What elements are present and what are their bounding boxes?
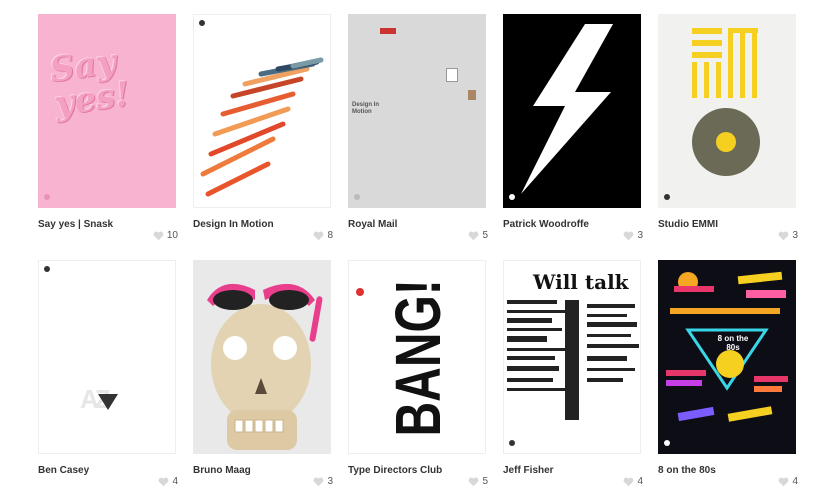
poster-title[interactable]: Jeff Fisher (503, 465, 554, 476)
poster-title[interactable]: Say yes | Snask (38, 219, 113, 230)
like-count-value: 10 (166, 230, 178, 241)
poster-title[interactable]: 8 on the 80s (658, 465, 716, 476)
heart-icon[interactable] (158, 477, 169, 487)
poster-card[interactable]: Patrick Woodroffe 3 (503, 14, 643, 241)
like-count-value: 4 (792, 476, 798, 487)
poster-card[interactable]: Design In Motion Royal Mail 5 (348, 14, 488, 241)
poster-title[interactable]: Ben Casey (38, 465, 89, 476)
like-count[interactable]: 3 (778, 230, 798, 241)
poster-art-text: BANG! (382, 279, 454, 437)
heart-icon[interactable] (778, 231, 789, 241)
heart-icon[interactable] (468, 477, 479, 487)
poster-card[interactable]: 8 on the 80s 8 on the 80s 4 (658, 260, 798, 487)
poster-title[interactable]: Bruno Maag (193, 465, 251, 476)
poster-image[interactable]: 8 on the 80s (658, 260, 796, 454)
poster-image[interactable]: Say yes! (38, 14, 176, 208)
heart-icon[interactable] (313, 477, 324, 487)
like-count-value: 3 (637, 230, 643, 241)
poster-card[interactable]: AZ Ben Casey 4 (38, 260, 178, 487)
like-count[interactable]: 4 (158, 476, 178, 487)
like-count[interactable]: 5 (468, 476, 488, 487)
like-count-value: 5 (482, 230, 488, 241)
poster-image[interactable]: BANG! (348, 260, 486, 454)
stamp-graphic (468, 90, 476, 100)
like-count-value: 4 (637, 476, 643, 487)
poster-card[interactable]: BANG! Type Directors Club 5 (348, 260, 488, 487)
like-count[interactable]: 10 (153, 230, 178, 241)
lightning-bolt-graphic (521, 24, 613, 194)
like-count[interactable]: 3 (623, 230, 643, 241)
poster-image[interactable] (658, 14, 796, 208)
poster-grid: Say yes! Say yes | Snask 10 Design In Mo… (0, 0, 836, 500)
skull-graphic (207, 283, 323, 450)
like-count-value: 4 (172, 476, 178, 487)
poster-art-text: 8 on the 80s (717, 334, 749, 352)
red-dot (356, 288, 364, 296)
heart-icon[interactable] (623, 477, 634, 487)
poster-title[interactable]: Type Directors Club (348, 465, 442, 476)
like-count[interactable]: 8 (313, 230, 333, 241)
logo-mark (44, 266, 50, 272)
motion-stripes-graphic (200, 57, 324, 197)
poster-title[interactable]: Patrick Woodroffe (503, 219, 589, 230)
typography-collage-graphic (507, 300, 639, 420)
poster-title[interactable]: Royal Mail (348, 219, 397, 230)
heart-icon[interactable] (623, 231, 634, 241)
poster-image[interactable]: Design In Motion (348, 14, 486, 208)
poster-image[interactable] (193, 260, 331, 454)
poster-card[interactable]: Say yes! Say yes | Snask 10 (38, 14, 178, 241)
like-count[interactable]: 5 (468, 230, 488, 241)
poster-card[interactable]: Bruno Maag 3 (193, 260, 333, 487)
logo-mark (509, 440, 515, 446)
like-count-value: 3 (327, 476, 333, 487)
emmi-graphic (692, 28, 760, 176)
like-count[interactable]: 4 (623, 476, 643, 487)
logo-mark (664, 194, 670, 200)
heart-icon[interactable] (313, 231, 324, 241)
heart-icon[interactable] (468, 231, 479, 241)
like-count[interactable]: 3 (313, 476, 333, 487)
like-count-value: 5 (482, 476, 488, 487)
triangle-graphic (98, 394, 118, 410)
logo-mark (664, 440, 670, 446)
stamp-graphic (446, 68, 458, 82)
like-count-value: 3 (792, 230, 798, 241)
logo-mark (509, 194, 515, 200)
poster-image[interactable] (193, 14, 331, 208)
poster-image[interactable]: Will talk (503, 260, 641, 454)
poster-title[interactable]: Studio EMMI (658, 219, 718, 230)
poster-art-text: Say yes! (47, 41, 133, 125)
like-count-value: 8 (327, 230, 333, 241)
poster-image[interactable]: AZ (38, 260, 176, 454)
heart-icon[interactable] (778, 477, 789, 487)
heart-icon[interactable] (153, 231, 164, 241)
logo-mark (354, 194, 360, 200)
poster-card[interactable]: Design In Motion 8 (193, 14, 333, 241)
like-count[interactable]: 4 (778, 476, 798, 487)
poster-title[interactable]: Design In Motion (193, 219, 274, 230)
stamp-graphic (380, 28, 396, 34)
poster-art-text: Design In Motion (352, 102, 380, 115)
poster-card[interactable]: Studio EMMI 3 (658, 14, 798, 241)
poster-image[interactable] (503, 14, 641, 208)
poster-card[interactable]: Will talk Jeff Fisher 4 (503, 260, 643, 487)
retro-80s-graphic (666, 271, 788, 422)
logo-mark (44, 194, 50, 200)
